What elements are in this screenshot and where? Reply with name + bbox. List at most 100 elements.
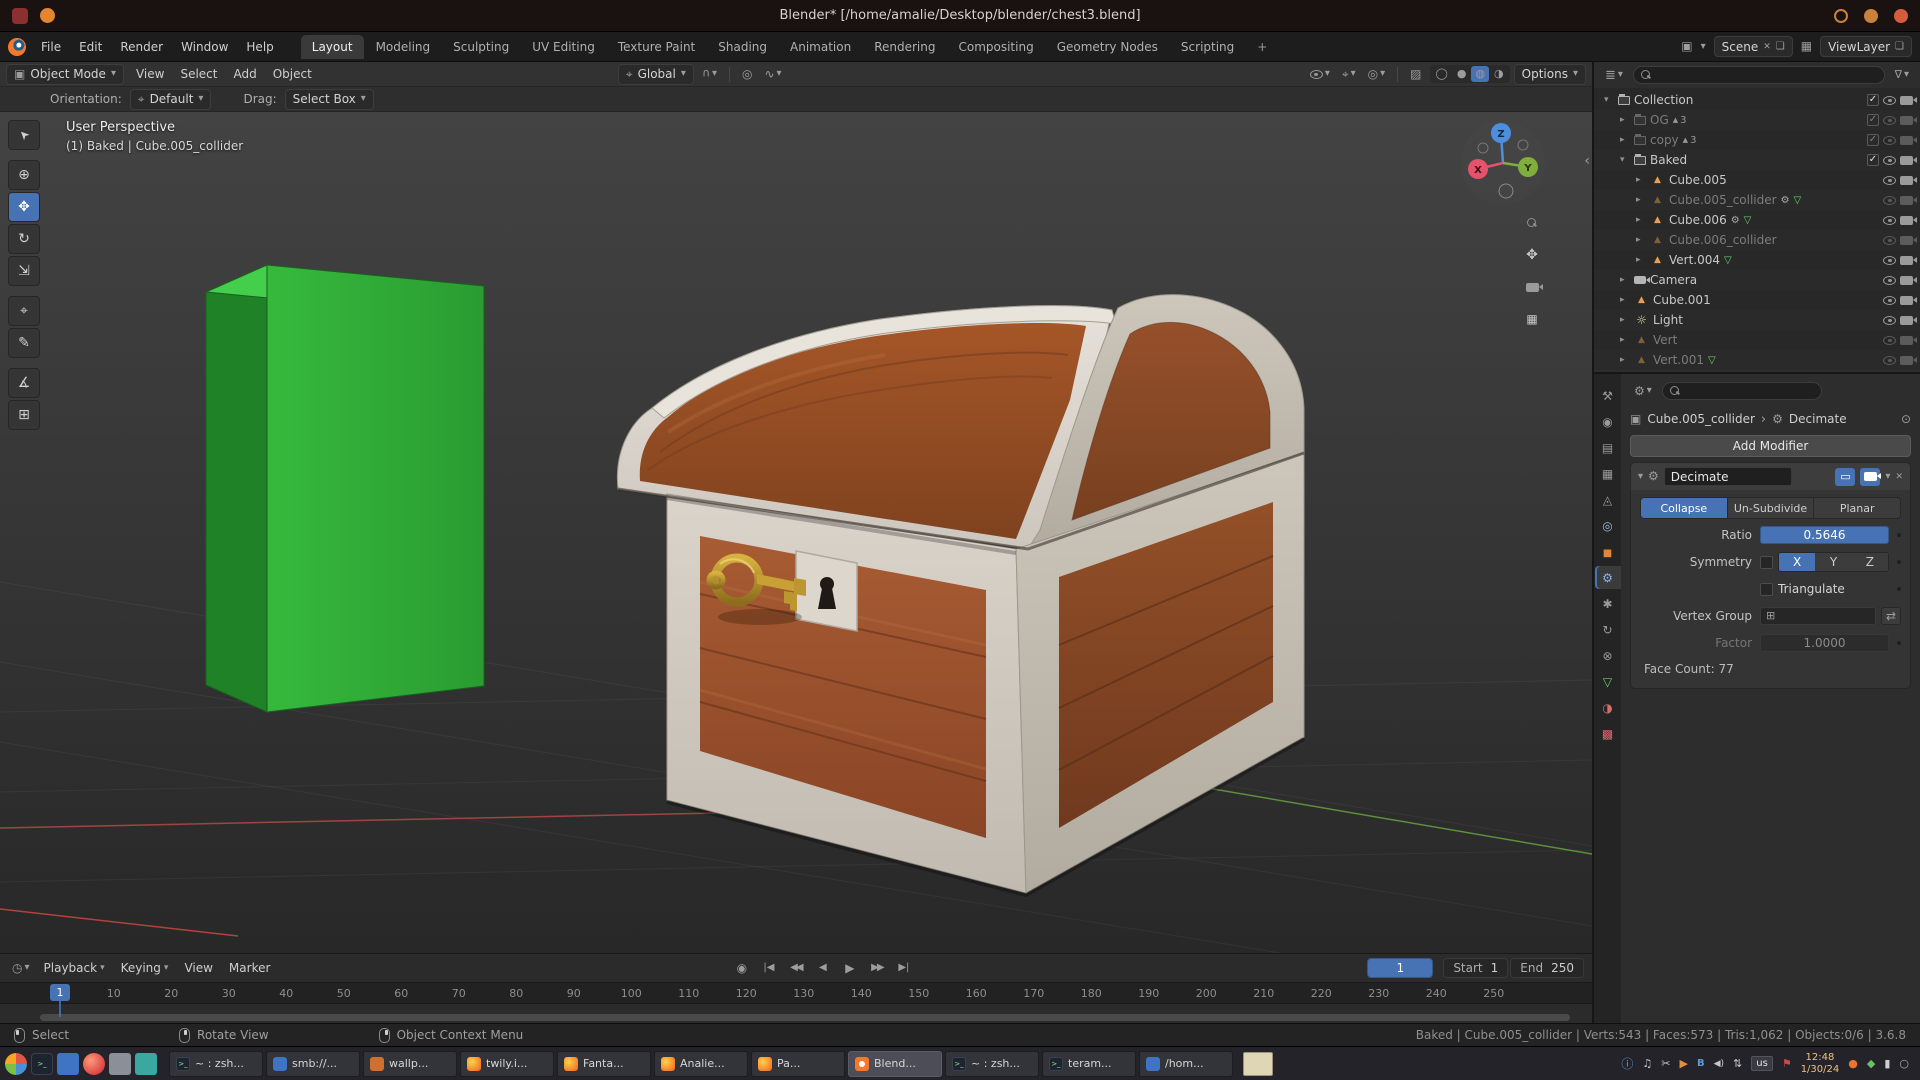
timeline-ruler[interactable]: 1020304050607080901001101201301401501601… xyxy=(0,982,1592,1004)
unlink-scene-icon[interactable] xyxy=(1763,42,1771,52)
animate-dot-icon[interactable] xyxy=(1897,533,1901,537)
workspace-tab[interactable]: UV Editing xyxy=(521,35,606,59)
outliner-row[interactable]: Baked ⚙ ▽ xyxy=(1594,150,1920,170)
timeline-menu-item[interactable]: Playback xyxy=(36,958,113,978)
disable-in-render-camera-icon[interactable] xyxy=(1900,276,1913,285)
breadcrumb-object-name[interactable]: Cube.005_collider xyxy=(1647,412,1755,426)
show-object-types[interactable] xyxy=(1306,67,1334,81)
camera-view-button[interactable] xyxy=(1520,276,1544,298)
play-icon[interactable] xyxy=(1680,1055,1688,1072)
tool-button[interactable] xyxy=(8,368,40,398)
properties-editor-type[interactable] xyxy=(1630,383,1656,400)
modifier-name-field[interactable] xyxy=(1664,467,1792,486)
tool-button[interactable] xyxy=(8,192,40,222)
keyboard-layout-indicator[interactable]: us xyxy=(1751,1056,1773,1071)
disclosure-triangle-icon[interactable] xyxy=(1636,175,1646,185)
disclosure-triangle-icon[interactable] xyxy=(1604,95,1614,105)
decimate-mode-tab[interactable]: Collapse xyxy=(1641,498,1728,518)
playhead[interactable]: 1 xyxy=(50,984,70,1001)
properties-tab[interactable] xyxy=(1595,696,1621,719)
workspace-tab[interactable]: + xyxy=(1246,35,1278,59)
power-icon[interactable] xyxy=(1899,1057,1909,1070)
workspace-tab[interactable]: Modeling xyxy=(365,35,442,59)
disclosure-triangle-icon[interactable] xyxy=(1636,255,1646,265)
network-icon[interactable] xyxy=(1733,1055,1742,1072)
hide-in-viewport-eye-icon[interactable] xyxy=(1883,336,1896,345)
hide-in-viewport-eye-icon[interactable] xyxy=(1883,176,1896,185)
timeline-menu-item[interactable]: Keying xyxy=(113,958,177,978)
properties-tab[interactable] xyxy=(1595,410,1621,433)
taskbar-window-button[interactable]: ~ : zsh... xyxy=(945,1051,1039,1077)
taskbar-window-button[interactable]: /hom... xyxy=(1139,1051,1233,1077)
outliner-row[interactable]: Vert.004 ⚙ ▽ xyxy=(1594,250,1920,270)
symmetry-checkbox[interactable] xyxy=(1760,556,1773,569)
disclosure-triangle-icon[interactable] xyxy=(1636,235,1646,245)
outliner-row[interactable]: Vert ⚙ ▽ xyxy=(1594,330,1920,350)
hide-in-viewport-eye-icon[interactable] xyxy=(1883,296,1896,305)
animate-dot-icon[interactable] xyxy=(1897,641,1901,645)
terminal-icon[interactable] xyxy=(31,1053,53,1075)
disable-in-render-camera-icon[interactable] xyxy=(1900,216,1913,225)
outliner-row[interactable]: OG 3 ⚙ ▽ xyxy=(1594,110,1920,130)
decimate-mode-tab[interactable]: Un-Subdivide xyxy=(1728,498,1815,518)
clock[interactable]: 12:48 1/30/24 xyxy=(1801,1052,1840,1076)
properties-tab[interactable] xyxy=(1595,722,1621,745)
decimate-mode-tab[interactable]: Planar xyxy=(1814,498,1900,518)
notes-window-button[interactable] xyxy=(1243,1052,1273,1076)
viewport-3d[interactable]: User Perspective (1) Baked | Cube.005_co… xyxy=(0,112,1592,953)
outliner-filter-button[interactable] xyxy=(1891,67,1913,83)
outliner-row[interactable]: Cube.006_collider ⚙ ▽ xyxy=(1594,230,1920,250)
disable-in-render-camera-icon[interactable] xyxy=(1900,196,1913,205)
properties-tab[interactable] xyxy=(1595,644,1621,667)
properties-tab[interactable] xyxy=(1595,618,1621,641)
vertex-group-field[interactable] xyxy=(1760,607,1876,625)
browser-icon[interactable] xyxy=(83,1053,105,1075)
disable-in-render-camera-icon[interactable] xyxy=(1900,236,1913,245)
disable-in-render-camera-icon[interactable] xyxy=(1900,136,1913,145)
symmetry-axis-button[interactable]: X xyxy=(1779,553,1815,571)
hide-in-viewport-eye-icon[interactable] xyxy=(1883,116,1896,125)
display-viewport-toggle[interactable] xyxy=(1835,468,1855,486)
ortho-toggle-button[interactable] xyxy=(1520,308,1544,330)
tool-button[interactable] xyxy=(8,296,40,326)
maximize-button[interactable] xyxy=(1864,9,1878,23)
properties-tab[interactable] xyxy=(1595,670,1621,693)
outliner-row[interactable]: Collection ⚙ ▽ xyxy=(1594,90,1920,110)
outliner-row[interactable]: Camera ⚙ ▽ xyxy=(1594,270,1920,290)
mode-selector[interactable]: Object Mode xyxy=(6,64,124,85)
disable-in-render-camera-icon[interactable] xyxy=(1900,156,1913,165)
collection-checkbox[interactable] xyxy=(1867,94,1879,106)
music-icon[interactable] xyxy=(1642,1055,1652,1072)
proportional-falloff[interactable] xyxy=(760,66,785,83)
workspace-tab[interactable]: Scripting xyxy=(1170,35,1245,59)
properties-tab[interactable] xyxy=(1595,514,1621,537)
bluetooth-icon[interactable] xyxy=(1697,1055,1705,1072)
disable-in-render-camera-icon[interactable] xyxy=(1900,316,1913,325)
battery-icon[interactable] xyxy=(1884,1057,1890,1070)
taskbar-window-button[interactable]: smb://... xyxy=(266,1051,360,1077)
outliner-search-input[interactable] xyxy=(1633,66,1885,84)
viewport-menu-item[interactable]: Object xyxy=(265,64,320,84)
disclosure-triangle-icon[interactable] xyxy=(1620,135,1630,145)
workspace-tab[interactable]: Layout xyxy=(301,35,364,59)
tool-button[interactable] xyxy=(8,120,40,150)
xray-toggle[interactable] xyxy=(1406,66,1425,83)
media-icon[interactable] xyxy=(135,1053,157,1075)
workspace-tab[interactable]: Geometry Nodes xyxy=(1046,35,1169,59)
timeline-menu-item[interactable]: Marker xyxy=(221,958,278,978)
flag-icon[interactable] xyxy=(1782,1057,1792,1070)
properties-tab[interactable] xyxy=(1595,540,1621,563)
properties-tab[interactable] xyxy=(1595,488,1621,511)
viewport-menu-item[interactable]: View xyxy=(128,64,172,84)
auto-key-button[interactable] xyxy=(729,958,754,978)
workspace-tab[interactable]: Compositing xyxy=(947,35,1044,59)
close-button[interactable] xyxy=(1894,9,1908,23)
disable-in-render-camera-icon[interactable] xyxy=(1900,296,1913,305)
prev-keyframe-button[interactable] xyxy=(783,958,808,978)
shading-material-button[interactable] xyxy=(1471,66,1489,82)
workspace-tab[interactable]: Animation xyxy=(779,35,862,59)
outliner-row[interactable]: Cube.005 ⚙ ▽ xyxy=(1594,170,1920,190)
editor-icon[interactable] xyxy=(109,1053,131,1075)
viewport-menu-item[interactable]: Select xyxy=(172,64,225,84)
taskbar-window-button[interactable]: Fanta... xyxy=(557,1051,651,1077)
